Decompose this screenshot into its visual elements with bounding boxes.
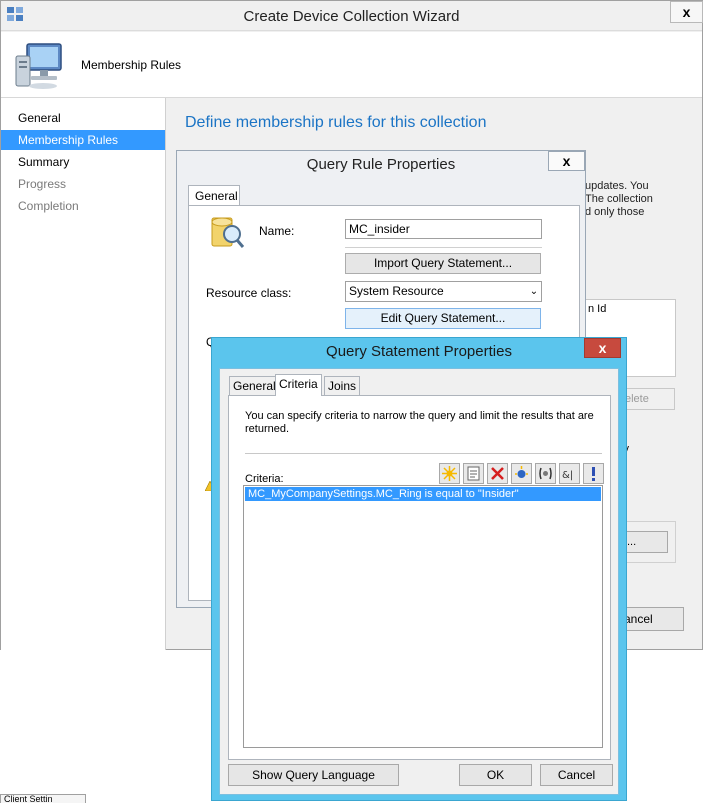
- svg-text:&|: &|: [562, 470, 573, 481]
- tab-criteria[interactable]: Criteria: [275, 374, 322, 396]
- dialog-body: General Criteria Joins You can specify c…: [219, 368, 619, 795]
- delete-icon: [491, 467, 504, 480]
- query-magnifier-icon: [211, 217, 245, 248]
- content-title: Define membership rules for this collect…: [185, 114, 487, 131]
- resource-class-value: System Resource: [349, 284, 444, 298]
- nav-item-general[interactable]: General: [1, 108, 165, 128]
- tab-joins[interactable]: Joins: [324, 376, 361, 396]
- name-label: Name:: [259, 224, 295, 238]
- dialog-title: Query Rule Properties: [306, 156, 456, 173]
- not-button[interactable]: [583, 463, 604, 484]
- resource-class-select[interactable]: System Resource ⌄: [345, 281, 542, 302]
- group-button[interactable]: [511, 463, 532, 484]
- ok-button[interactable]: OK: [459, 764, 532, 786]
- separator: [345, 247, 542, 249]
- nav-item-summary[interactable]: Summary: [1, 152, 165, 172]
- list-item[interactable]: MC_MyCompanySettings.MC_Ring is equal to…: [245, 487, 601, 501]
- not-icon: [592, 467, 595, 481]
- import-query-statement-button[interactable]: Import Query Statement...: [345, 253, 541, 274]
- chevron-down-icon: ⌄: [529, 286, 539, 297]
- wizard-header: Membership Rules: [1, 32, 702, 98]
- criteria-label: Criteria:: [245, 473, 284, 485]
- wizard-title: Create Device Collection Wizard: [243, 8, 460, 25]
- cancel-button[interactable]: Cancel: [540, 764, 613, 786]
- nav-item-completion: Completion: [18, 199, 79, 213]
- tab-general[interactable]: General: [229, 376, 280, 396]
- group-icon: [515, 466, 528, 478]
- delete-criterion-button[interactable]: [487, 463, 508, 484]
- criteria-toolbar: &|: [439, 463, 605, 485]
- close-button[interactable]: x: [584, 338, 621, 358]
- console-tab[interactable]: Client Settin: [0, 794, 86, 803]
- name-input[interactable]: MC_insider: [345, 219, 542, 239]
- tab-general[interactable]: General: [188, 185, 240, 206]
- new-criterion-icon: [442, 466, 457, 481]
- ungroup-icon: [539, 467, 552, 480]
- background-description: updates. You The collection d only those: [585, 180, 703, 219]
- show-query-language-button[interactable]: Show Query Language: [228, 764, 399, 786]
- new-criterion-button[interactable]: [439, 463, 460, 484]
- list-column-header: n Id: [588, 303, 607, 315]
- header-title: Membership Rules: [81, 58, 182, 72]
- wizard-titlebar: Create Device Collection Wizard x: [1, 1, 703, 31]
- background-text-line: The collection: [585, 193, 653, 205]
- and-or-icon: &|: [562, 470, 573, 481]
- and-or-button[interactable]: &|: [559, 463, 580, 484]
- computer-icon: [15, 43, 62, 89]
- nav-item-membership-rules[interactable]: Membership Rules: [1, 130, 165, 150]
- criteria-list[interactable]: MC_MyCompanySettings.MC_Ring is equal to…: [243, 485, 603, 748]
- dialog-title: Query Statement Properties: [326, 343, 512, 360]
- background-text-line: updates. You: [585, 180, 649, 192]
- nav-item-progress: Progress: [18, 177, 67, 191]
- background-text-line: d only those: [585, 206, 645, 218]
- resource-class-label: Resource class:: [206, 286, 292, 300]
- properties-button[interactable]: [463, 463, 484, 484]
- query-statement-properties-dialog: Query Statement Properties x General Cri…: [211, 337, 627, 801]
- criteria-description: You can specify criteria to narrow the q…: [245, 410, 594, 435]
- edit-query-statement-button[interactable]: Edit Query Statement...: [345, 308, 541, 329]
- wizard-close-button[interactable]: x: [670, 1, 703, 23]
- wizard-nav: General Membership Rules Summary Progres…: [1, 98, 166, 650]
- properties-icon: [467, 466, 480, 481]
- separator: [245, 453, 602, 455]
- ungroup-button[interactable]: [535, 463, 556, 484]
- criteria-tab-panel: You can specify criteria to narrow the q…: [228, 395, 611, 760]
- close-button[interactable]: x: [548, 151, 585, 171]
